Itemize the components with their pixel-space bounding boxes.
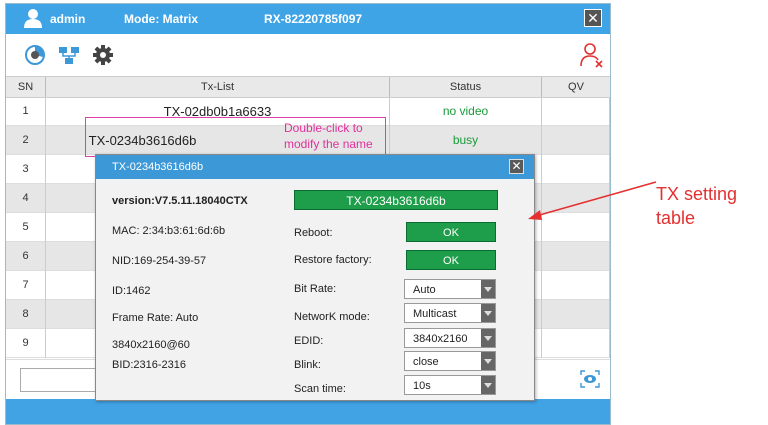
mode-label: Mode: Matrix	[124, 12, 199, 26]
column-header-tx-list: Tx-List	[46, 77, 390, 97]
row-sn: 9	[6, 329, 46, 358]
row-sn: 7	[6, 271, 46, 300]
annotation-label: TX setting table	[656, 182, 737, 230]
network-topology-icon[interactable]	[58, 44, 80, 66]
frame-rate-text: Frame Rate: Auto	[112, 312, 199, 324]
nid-text: NID:169-254-39-57	[112, 255, 207, 267]
annotation-line-1: TX setting	[656, 184, 738, 204]
quick-view-icon[interactable]	[580, 370, 600, 388]
edid-value: 3840x2160	[413, 333, 468, 345]
column-header-sn: SN	[6, 77, 46, 97]
user-remove-icon[interactable]	[580, 42, 604, 68]
resolution-text: 3840x2160@60	[112, 339, 190, 351]
row-sn: 1	[6, 97, 46, 126]
scan-time-select[interactable]: 10s	[404, 375, 496, 395]
network-mode-select[interactable]: Multicast	[404, 303, 496, 323]
blink-value: close	[413, 356, 439, 368]
row-sn: 5	[6, 213, 46, 242]
edid-label: EDID:	[294, 335, 324, 347]
scan-time-value: 10s	[413, 380, 431, 392]
row-sn: 4	[6, 184, 46, 213]
chevron-down-icon	[481, 352, 495, 370]
chevron-down-icon	[481, 329, 495, 347]
dialog-close-button[interactable]: ✕	[509, 159, 524, 174]
row-qv	[542, 97, 610, 126]
row-qv	[542, 329, 610, 358]
tx-setting-dialog: TX-0234b3616d6b ✕ version:V7.5.11.18040C…	[95, 154, 535, 401]
row-sn: 6	[6, 242, 46, 271]
row-sn: 3	[6, 155, 46, 184]
dialog-header: TX-0234b3616d6b ✕	[96, 155, 534, 179]
bit-rate-label: Bit Rate:	[294, 283, 337, 295]
column-header-status: Status	[390, 77, 542, 97]
version-text: version:V7.5.11.18040CTX	[112, 195, 248, 207]
network-mode-value: Multicast	[413, 308, 457, 320]
mac-text: MAC: 2:34:b3:61:6d:6b	[112, 225, 226, 237]
row-status: busy	[390, 126, 542, 155]
annotation-arrow-icon	[528, 181, 657, 220]
blink-select[interactable]: close	[404, 351, 496, 371]
bit-rate-select[interactable]: Auto	[404, 279, 496, 299]
user-name: admin	[50, 12, 86, 26]
chevron-down-icon	[481, 376, 495, 394]
title-bar: admin Mode: Matrix RX-82220785f097 ✕	[6, 4, 610, 34]
scan-time-label: Scan time:	[294, 383, 346, 395]
bid-text: BID:2316-2316	[112, 359, 186, 371]
id-text: ID:1462	[112, 285, 151, 297]
footer-bar	[6, 399, 610, 424]
chevron-down-icon	[481, 280, 495, 298]
callout-text: Double-click to modify the name	[284, 120, 373, 152]
annotation-line-2: table	[656, 208, 696, 228]
gear-icon[interactable]	[92, 44, 114, 66]
row-sn: 2	[6, 126, 46, 155]
tx-name-field[interactable]: TX-0234b3616d6b	[294, 190, 498, 210]
row-qv	[542, 242, 610, 271]
restore-factory-label: Restore factory:	[294, 254, 372, 266]
blink-label: Blink:	[294, 359, 321, 371]
reboot-label: Reboot:	[294, 227, 333, 239]
bit-rate-value: Auto	[413, 284, 436, 296]
reboot-ok-button[interactable]: OK	[406, 222, 496, 242]
row-status: no video	[390, 97, 542, 126]
dialog-title: TX-0234b3616d6b	[112, 161, 204, 173]
table-header: SN Tx-List Status QV	[6, 76, 610, 98]
row-qv	[542, 126, 610, 155]
device-id: RX-82220785f097	[264, 12, 363, 26]
toolbar	[6, 34, 610, 76]
dashboard-icon[interactable]	[24, 44, 46, 66]
close-button[interactable]: ✕	[584, 9, 602, 27]
edid-select[interactable]: 3840x2160	[404, 328, 496, 348]
network-mode-label: NetworK mode:	[294, 311, 370, 323]
row-qv	[542, 271, 610, 300]
callout-line-1: Double-click to	[284, 121, 363, 135]
user-icon	[24, 9, 42, 28]
restore-factory-ok-button[interactable]: OK	[406, 250, 496, 270]
column-header-qv: QV	[568, 81, 584, 93]
row-qv	[542, 300, 610, 329]
chevron-down-icon	[481, 304, 495, 322]
row-sn: 8	[6, 300, 46, 329]
callout-line-2: modify the name	[284, 137, 373, 151]
